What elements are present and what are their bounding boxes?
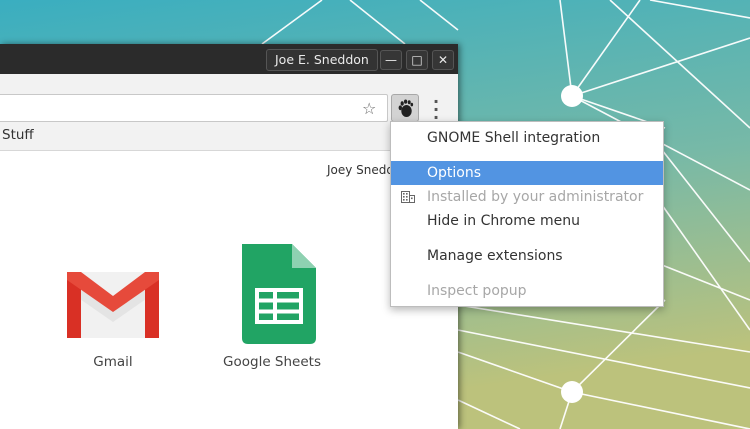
gnome-foot-icon bbox=[398, 99, 414, 117]
maximize-button[interactable]: □ bbox=[406, 50, 428, 70]
app-label-google-sheets: Google Sheets bbox=[223, 354, 321, 370]
menu-item-inspect-popup: Inspect popup bbox=[427, 283, 527, 299]
gmail-icon bbox=[67, 272, 159, 338]
app-tile-gmail[interactable]: Gmail bbox=[53, 266, 173, 370]
extension-context-menu: GNOME Shell integration Options Installe… bbox=[390, 121, 664, 307]
bookmark-folder-stuff[interactable]: Stuff bbox=[2, 127, 34, 143]
star-icon[interactable]: ☆ bbox=[362, 99, 376, 118]
minimize-button[interactable]: — bbox=[380, 50, 402, 70]
google-sheets-icon bbox=[242, 244, 316, 344]
enterprise-building-icon bbox=[401, 191, 415, 203]
app-label-gmail: Gmail bbox=[93, 354, 133, 370]
ntp-user-name[interactable]: Joey Snedd bbox=[327, 163, 394, 177]
address-bar[interactable] bbox=[0, 94, 388, 122]
menu-item-options[interactable]: Options bbox=[391, 161, 663, 185]
close-button[interactable]: ✕ bbox=[432, 50, 454, 70]
app-tile-google-sheets[interactable]: Google Sheets bbox=[212, 244, 332, 370]
menu-item-hide-in-chrome-menu[interactable]: Hide in Chrome menu bbox=[391, 209, 663, 233]
gnome-extension-button[interactable] bbox=[391, 94, 419, 122]
browser-toolbar: ☆ · · · bbox=[0, 74, 458, 126]
menu-item-gnome-shell-integration[interactable]: GNOME Shell integration bbox=[391, 126, 663, 150]
menu-item-installed-by-admin: Installed by your administrator bbox=[391, 185, 663, 209]
chrome-menu-button[interactable]: · · · bbox=[432, 94, 440, 126]
profile-button[interactable]: Joe E. Sneddon bbox=[266, 49, 378, 71]
menu-item-manage-extensions[interactable]: Manage extensions bbox=[391, 244, 663, 268]
window-titlebar: Joe E. Sneddon — □ ✕ bbox=[0, 44, 458, 74]
